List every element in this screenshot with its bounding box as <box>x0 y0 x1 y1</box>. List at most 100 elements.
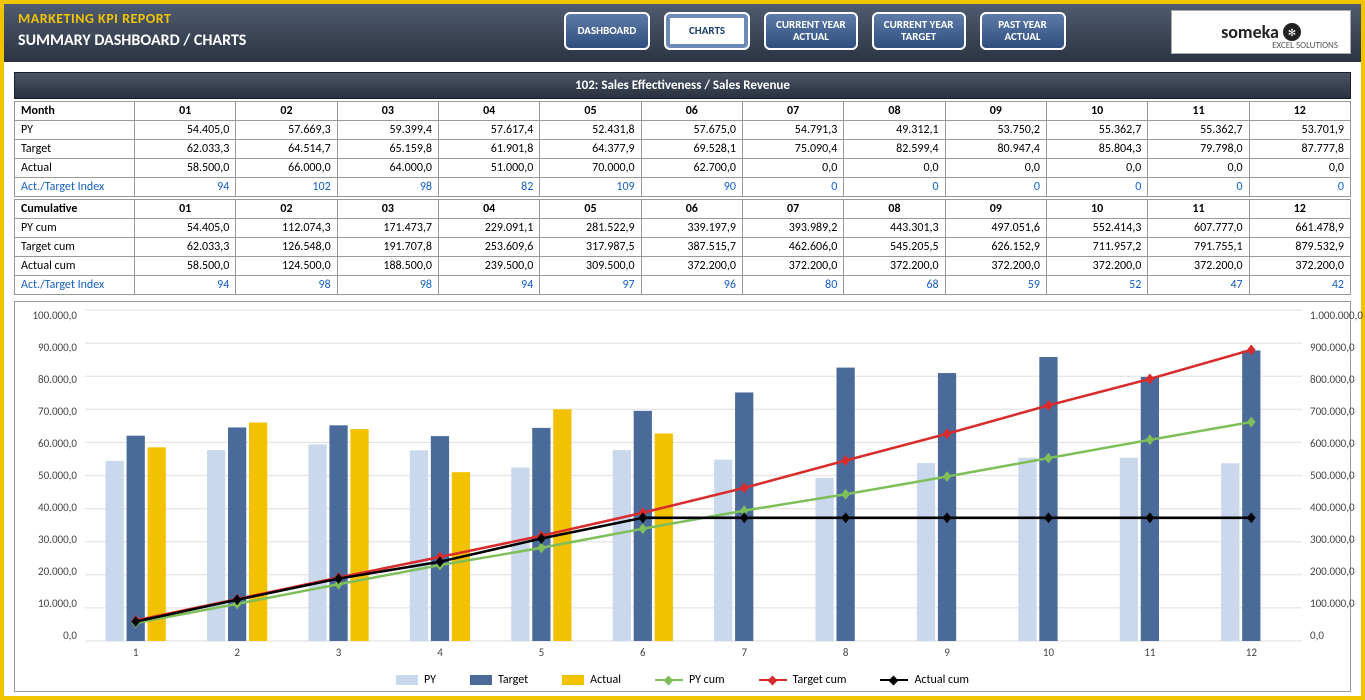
cell: 59 <box>945 276 1046 295</box>
cell: 372.200,0 <box>1249 257 1350 276</box>
cell: 791.755,1 <box>1148 238 1249 257</box>
cell: 54.405,0 <box>135 121 236 140</box>
row-label: Actual <box>15 159 135 178</box>
cell: 85.804,3 <box>1046 140 1147 159</box>
cell: 339.197,9 <box>641 219 742 238</box>
cell: 545.205,5 <box>844 238 945 257</box>
cell: 171.473,7 <box>337 219 438 238</box>
cell: 58.500,0 <box>135 257 236 276</box>
col-month: 05 <box>540 102 641 121</box>
nav-dashboard[interactable]: DASHBOARD <box>564 12 650 50</box>
table-monthly: Month010203040506070809101112PY54.405,05… <box>14 101 1351 197</box>
col-month: 12 <box>1249 102 1350 121</box>
col-month: 11 <box>1148 200 1249 219</box>
cell: 253.609,6 <box>438 238 539 257</box>
cell: 94 <box>438 276 539 295</box>
col-month: 07 <box>742 102 843 121</box>
kpi-title: 102: Sales Effectiveness / Sales Revenue <box>14 72 1351 99</box>
cell: 661.478,9 <box>1249 219 1350 238</box>
cell: 372.200,0 <box>844 257 945 276</box>
cell: 69.528,1 <box>641 140 742 159</box>
y-axis-left: 100.000,090.000,080.000,070.000,060.000,… <box>19 310 81 641</box>
cell: 49.312,1 <box>844 121 945 140</box>
nav-cy-target[interactable]: CURRENT YEARTARGET <box>872 12 966 50</box>
cell: 52.431,8 <box>540 121 641 140</box>
col-header: Cumulative <box>15 200 135 219</box>
row-label: PY <box>15 121 135 140</box>
col-month: 08 <box>844 200 945 219</box>
x-axis-labels: 123456789101112 <box>85 646 1302 659</box>
col-month: 04 <box>438 102 539 121</box>
cell: 0 <box>945 178 1046 197</box>
nav-cy-actual[interactable]: CURRENT YEARACTUAL <box>764 12 858 50</box>
cell: 443.301,3 <box>844 219 945 238</box>
col-month: 03 <box>337 102 438 121</box>
cell: 87.777,8 <box>1249 140 1350 159</box>
chart-plot <box>85 310 1302 641</box>
data-tables: Month010203040506070809101112PY54.405,05… <box>14 101 1351 295</box>
col-month: 10 <box>1046 200 1147 219</box>
cell: 75.090,4 <box>742 140 843 159</box>
cell: 552.414,3 <box>1046 219 1147 238</box>
cell: 57.669,3 <box>236 121 337 140</box>
nav-charts[interactable]: CHARTS <box>664 12 750 50</box>
chart-svg <box>85 310 1302 641</box>
cell: 90 <box>641 178 742 197</box>
cell: 51.000,0 <box>438 159 539 178</box>
y-axis-right: 1.000.000,0900.000,0800.000,0700.000,060… <box>1306 310 1350 641</box>
cell: 80 <box>742 276 843 295</box>
col-month: 12 <box>1249 200 1350 219</box>
col-month: 02 <box>236 200 337 219</box>
cell: 98 <box>236 276 337 295</box>
cell: 80.947,4 <box>945 140 1046 159</box>
cell: 66.000,0 <box>236 159 337 178</box>
row-label: Target cum <box>15 238 135 257</box>
cell: 61.901,8 <box>438 140 539 159</box>
cell: 52 <box>1046 276 1147 295</box>
report-title: MARKETING KPI REPORT <box>18 10 246 27</box>
cell: 309.500,0 <box>540 257 641 276</box>
col-month: 03 <box>337 200 438 219</box>
cell: 124.500,0 <box>236 257 337 276</box>
cell: 188.500,0 <box>337 257 438 276</box>
cell: 711.957,2 <box>1046 238 1147 257</box>
header: MARKETING KPI REPORT SUMMARY DASHBOARD /… <box>4 4 1361 62</box>
col-month: 11 <box>1148 102 1249 121</box>
cell: 54.791,3 <box>742 121 843 140</box>
cell: 54.405,0 <box>135 219 236 238</box>
cell: 879.532,9 <box>1249 238 1350 257</box>
col-month: 06 <box>641 200 742 219</box>
col-month: 01 <box>135 102 236 121</box>
col-month: 10 <box>1046 102 1147 121</box>
cell: 0 <box>1148 178 1249 197</box>
cell: 96 <box>641 276 742 295</box>
cell: 79.798,0 <box>1148 140 1249 159</box>
cell: 94 <box>135 178 236 197</box>
col-month: 01 <box>135 200 236 219</box>
cell: 109 <box>540 178 641 197</box>
cell: 62.033,3 <box>135 238 236 257</box>
cell: 607.777,0 <box>1148 219 1249 238</box>
legend-actual: Actual <box>562 673 621 687</box>
cell: 0 <box>742 178 843 197</box>
cell: 0,0 <box>742 159 843 178</box>
cell: 55.362,7 <box>1148 121 1249 140</box>
cell: 281.522,9 <box>540 219 641 238</box>
legend-target-cum: Target cum <box>759 673 847 687</box>
cell: 64.000,0 <box>337 159 438 178</box>
cell: 70.000,0 <box>540 159 641 178</box>
nav-py-actual[interactable]: PAST YEARACTUAL <box>980 12 1066 50</box>
cell: 94 <box>135 276 236 295</box>
cell: 55.362,7 <box>1046 121 1147 140</box>
cell: 62.700,0 <box>641 159 742 178</box>
cell: 0,0 <box>1148 159 1249 178</box>
row-label: Target <box>15 140 135 159</box>
cell: 59.399,4 <box>337 121 438 140</box>
cell: 229.091,1 <box>438 219 539 238</box>
cell: 497.051,6 <box>945 219 1046 238</box>
table-cumulative: Cumulative010203040506070809101112PY cum… <box>14 199 1351 295</box>
chart-container: 100.000,090.000,080.000,070.000,060.000,… <box>14 301 1351 692</box>
row-label: Act./Target Index <box>15 276 135 295</box>
legend-actual-cum: Actual cum <box>880 673 969 687</box>
col-month: 08 <box>844 102 945 121</box>
